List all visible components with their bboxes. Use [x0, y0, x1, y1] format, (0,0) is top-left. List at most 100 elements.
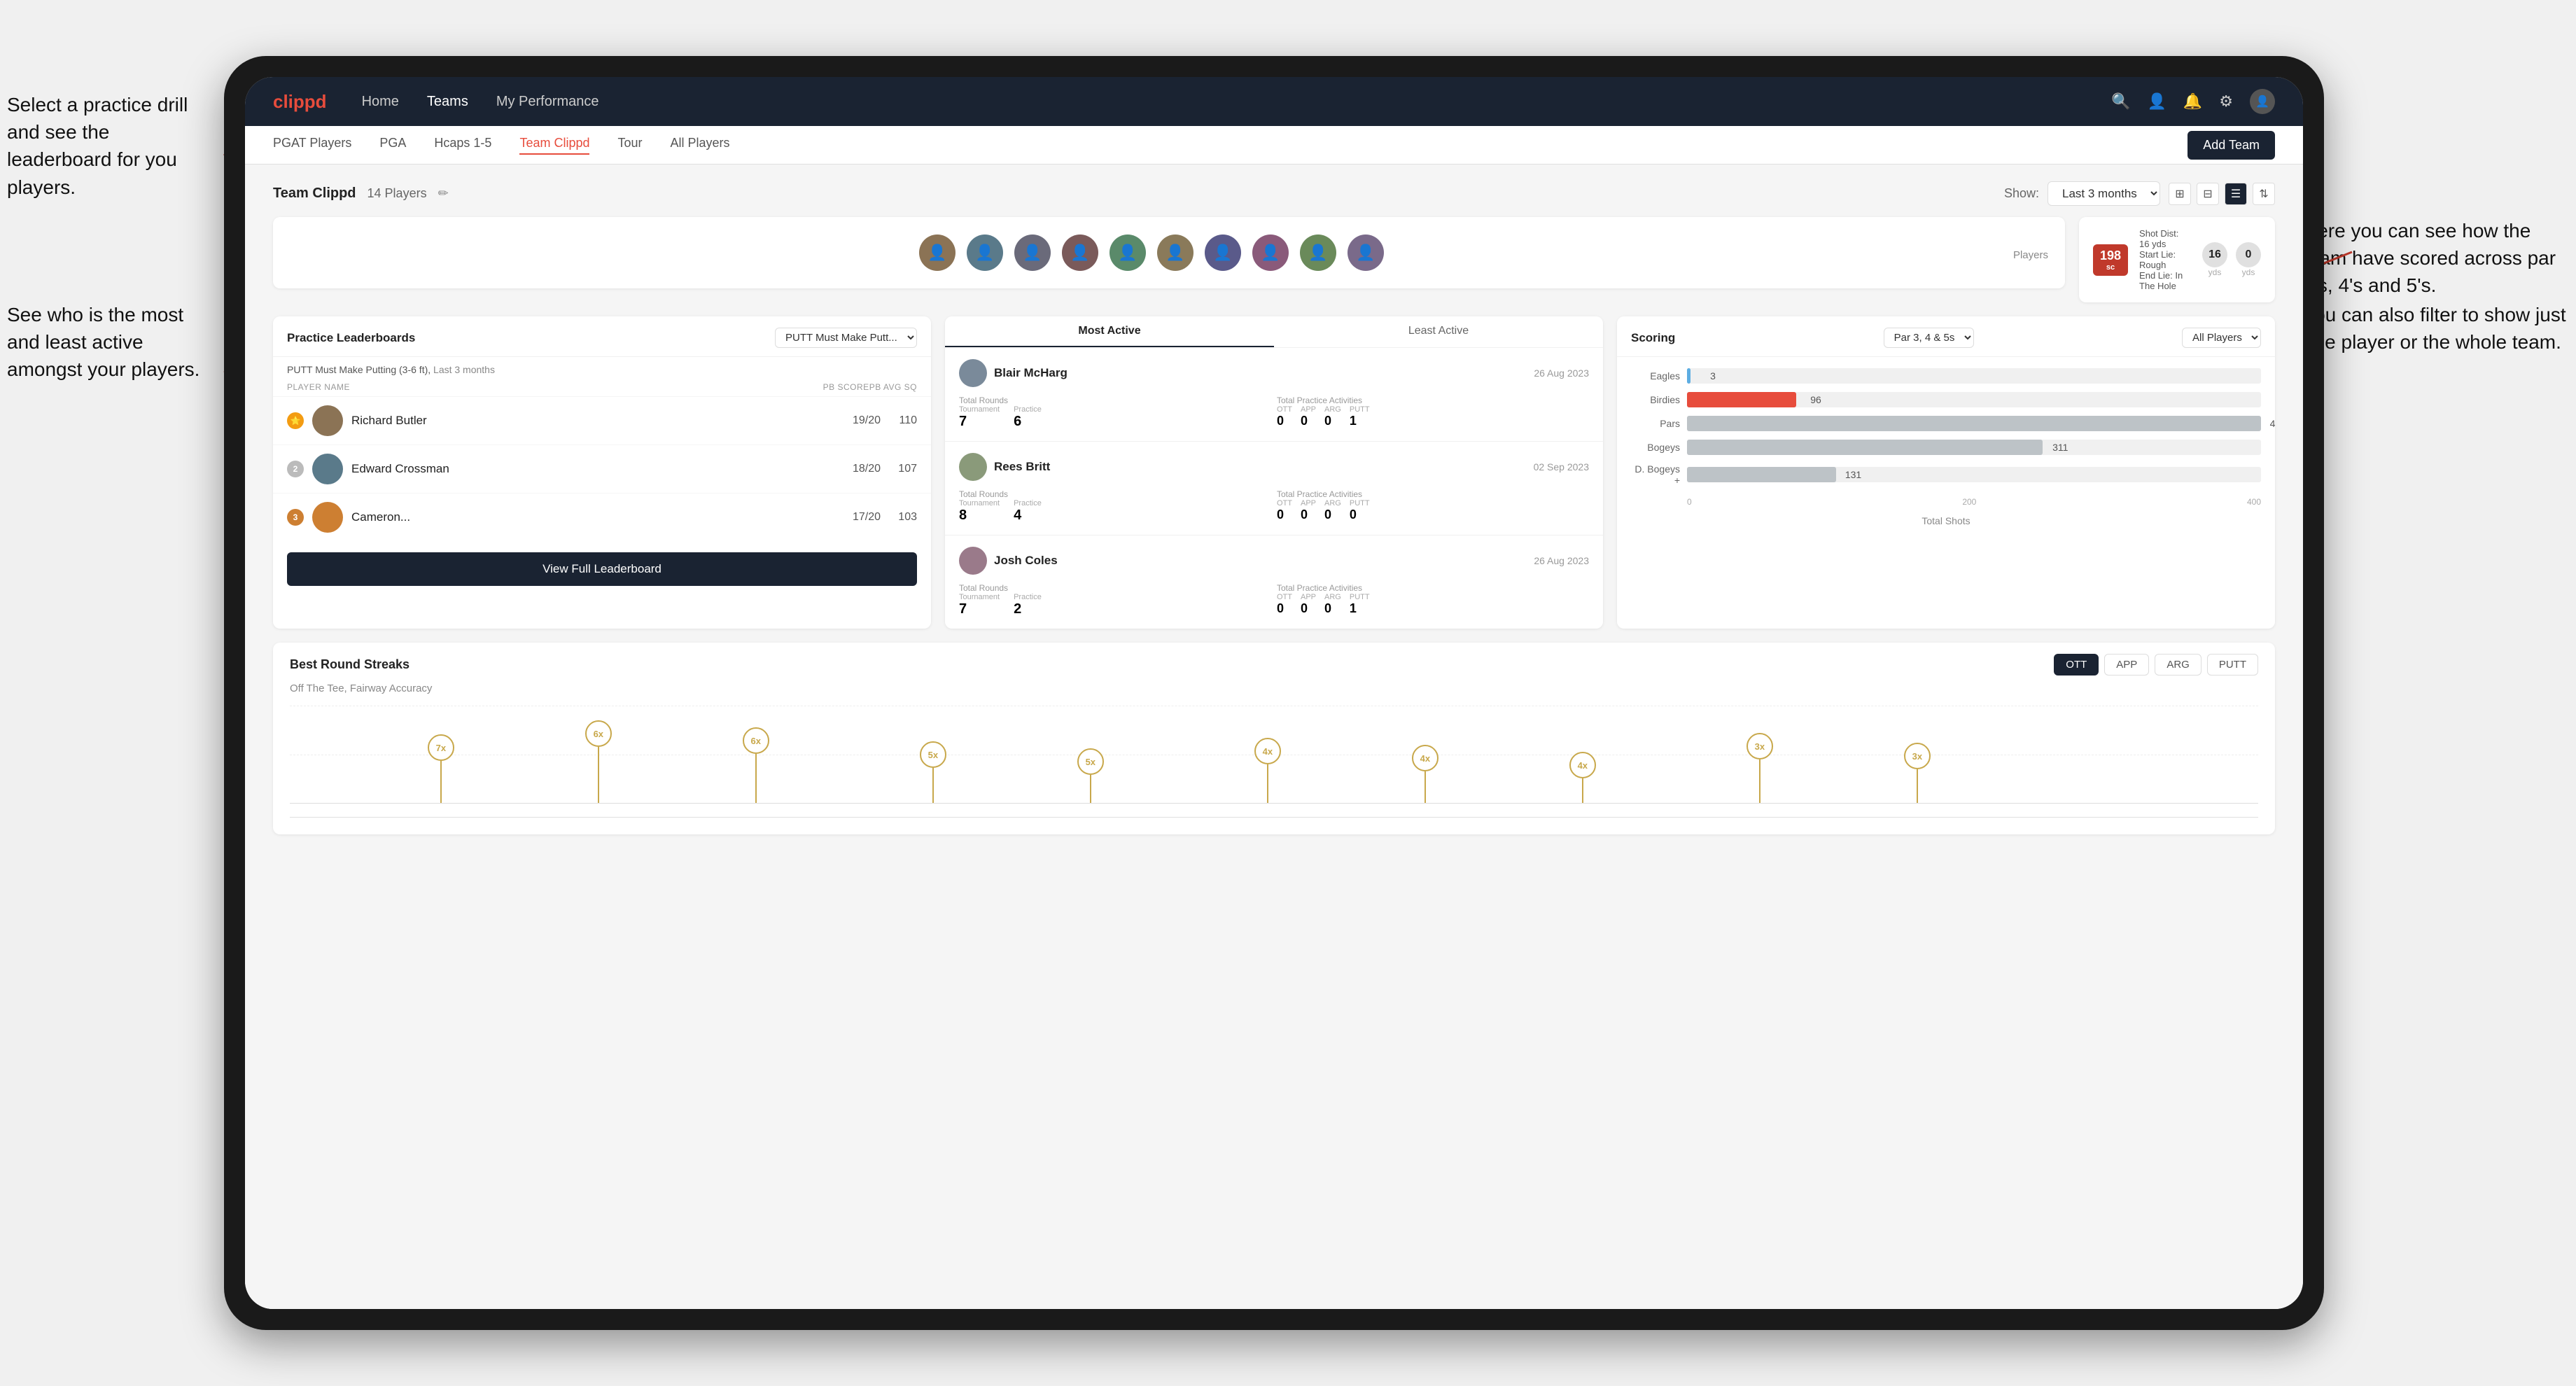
- player-avatar-6: 👤: [1157, 234, 1194, 271]
- leaderboard-subtitle: PUTT Must Make Putting (3-6 ft), Last 3 …: [273, 357, 931, 378]
- grid-small-icon[interactable]: ⊞: [2169, 183, 2191, 205]
- main-content: Team Clippd 14 Players ✏ Show: Last 3 mo…: [245, 164, 2303, 1309]
- player-9[interactable]: 👤: [1300, 234, 1336, 271]
- player-5[interactable]: 👤: [1110, 234, 1146, 271]
- lb-avg-1: 110: [889, 414, 917, 427]
- chart-row-bogeys: Bogeys 311: [1631, 440, 2261, 455]
- chart-bar-pars: 499: [1687, 416, 2261, 431]
- settings-icon[interactable]: ⚙: [2219, 92, 2233, 111]
- chart-value-bogeys: 311: [2052, 442, 2068, 453]
- subnav-all-players[interactable]: All Players: [671, 136, 730, 155]
- show-period-select[interactable]: Last 3 months: [2047, 181, 2160, 206]
- subnav-team-clippd[interactable]: Team Clippd: [519, 136, 589, 155]
- navbar: clippd Home Teams My Performance 🔍 👤 🔔 ⚙…: [245, 77, 2303, 126]
- streaks-chart: 7x 6x 6x 5x: [290, 706, 2258, 818]
- team-count: 14 Players: [368, 186, 427, 201]
- activity-player-3: Josh Coles 26 Aug 2023 Total Rounds Tour…: [945, 535, 1603, 629]
- lb-avatar-2: [312, 454, 343, 484]
- tab-least-active[interactable]: Least Active: [1274, 316, 1603, 347]
- activity-card: Most Active Least Active Blair McHarg 26…: [945, 316, 1603, 629]
- subnav-hcaps[interactable]: Hcaps 1-5: [434, 136, 491, 155]
- player-1[interactable]: 👤: [919, 234, 955, 271]
- player-avatar-10: 👤: [1348, 234, 1384, 271]
- players-avatars: 👤 👤 👤 👤 👤: [290, 234, 2013, 271]
- streaks-btn-arg[interactable]: ARG: [2155, 654, 2202, 676]
- pa-date-1: 26 Aug 2023: [1534, 368, 1589, 379]
- streaks-btn-ott[interactable]: OTT: [2054, 654, 2099, 676]
- lb-name-1: Richard Butler: [351, 414, 837, 428]
- player-4[interactable]: 👤: [1062, 234, 1098, 271]
- chart-row-birdies: Birdies 96: [1631, 392, 2261, 407]
- pa-date-3: 26 Aug 2023: [1534, 555, 1589, 566]
- chart-bar-bogeys: 311: [1687, 440, 2043, 455]
- list-icon[interactable]: ☰: [2225, 183, 2247, 205]
- chart-bar-dbogeys: 131: [1687, 467, 1836, 482]
- chart-bar-container-birdies: 96: [1687, 392, 2261, 407]
- view-icons: ⊞ ⊟ ☰ ⇅: [2169, 183, 2275, 205]
- sub-nav: PGAT Players PGA Hcaps 1-5 Team Clippd T…: [245, 126, 2303, 164]
- nav-teams[interactable]: Teams: [427, 94, 468, 110]
- edit-icon[interactable]: ✏: [438, 186, 449, 201]
- player-avatar-4: 👤: [1062, 234, 1098, 271]
- pa-practice-2: Total Practice Activities OTT 0 APP 0: [1277, 489, 1589, 524]
- pa-avatar-2: [959, 453, 987, 481]
- player-8[interactable]: 👤: [1252, 234, 1289, 271]
- players-row-card: 👤 👤 👤 👤 👤: [273, 217, 2065, 288]
- streaks-btn-putt[interactable]: PUTT: [2207, 654, 2258, 676]
- player-3[interactable]: 👤: [1014, 234, 1051, 271]
- player-avatar-1: 👤: [919, 234, 955, 271]
- user-avatar[interactable]: 👤: [2250, 89, 2275, 114]
- rank-badge-3: 3: [287, 509, 304, 526]
- search-icon[interactable]: 🔍: [2111, 92, 2130, 111]
- streak-pin-9: 3x: [1746, 733, 1773, 803]
- tablet-frame: clippd Home Teams My Performance 🔍 👤 🔔 ⚙…: [224, 56, 2324, 1330]
- add-team-button[interactable]: Add Team: [2188, 131, 2275, 160]
- drill-select[interactable]: PUTT Must Make Putt...: [775, 328, 917, 348]
- filter-icon[interactable]: ⇅: [2253, 183, 2275, 205]
- leaderboard-title: Practice Leaderboards: [287, 331, 415, 345]
- chart-bar-container-dbogeys: 131: [1687, 467, 2261, 482]
- par-filter-select[interactable]: Par 3, 4 & 5s: [1884, 328, 1974, 348]
- yds-1: 16 yds: [2202, 242, 2227, 277]
- player-10[interactable]: 👤: [1348, 234, 1384, 271]
- nav-home[interactable]: Home: [362, 94, 399, 110]
- scoring-chart: Eagles 3 Birdies: [1617, 357, 2275, 538]
- player-2[interactable]: 👤: [967, 234, 1003, 271]
- streak-pin-5: 5x: [1077, 748, 1104, 803]
- chart-bar-container-bogeys: 311: [1687, 440, 2261, 455]
- activity-tabs: Most Active Least Active: [945, 316, 1603, 347]
- person-icon[interactable]: 👤: [2147, 92, 2166, 111]
- chart-row-pars: Pars 499: [1631, 416, 2261, 431]
- chart-value-pars: 499: [2270, 418, 2275, 429]
- players-filter-select[interactable]: All Players: [2182, 328, 2261, 348]
- player-avatar-5: 👤: [1110, 234, 1146, 271]
- show-controls: Show: Last 3 months ⊞ ⊟ ☰ ⇅: [2004, 181, 2275, 206]
- bell-icon[interactable]: 🔔: [2183, 92, 2202, 111]
- chart-x-label: Total Shots: [1631, 515, 2261, 526]
- subnav-pgat[interactable]: PGAT Players: [273, 136, 351, 155]
- streak-pin-1: 7x: [428, 734, 454, 803]
- subnav-pga[interactable]: PGA: [379, 136, 406, 155]
- streak-pin-7: 4x: [1412, 745, 1438, 803]
- team-header: Team Clippd 14 Players ✏ Show: Last 3 mo…: [273, 181, 2275, 206]
- view-full-leaderboard-button[interactable]: View Full Leaderboard: [287, 552, 917, 586]
- navbar-icons: 🔍 👤 🔔 ⚙ 👤: [2111, 89, 2275, 114]
- pa-rounds-3: Total Rounds Tournament 7 Practice 2: [959, 583, 1271, 617]
- streaks-btn-app[interactable]: APP: [2104, 654, 2149, 676]
- tab-most-active[interactable]: Most Active: [945, 316, 1274, 347]
- subnav-tour[interactable]: Tour: [617, 136, 642, 155]
- annotation-bottom-left: See who is the most and least active amo…: [7, 301, 217, 384]
- lb-avg-3: 103: [889, 511, 917, 524]
- player-avatar-8: 👤: [1252, 234, 1289, 271]
- shot-info-card: 198 sc Shot Dist: 16 yds Start Lie: Roug…: [2079, 217, 2275, 302]
- leaderboard-header: Practice Leaderboards PUTT Must Make Put…: [273, 316, 931, 357]
- streak-pin-3: 6x: [743, 727, 769, 803]
- lb-score-1: 19/20: [846, 414, 881, 427]
- nav-my-performance[interactable]: My Performance: [496, 94, 599, 110]
- annotation-top-left: Select a practice drill and see the lead…: [7, 91, 217, 201]
- pa-name-3: Josh Coles: [994, 554, 1527, 568]
- player-7[interactable]: 👤: [1205, 234, 1241, 271]
- chart-bar-birdies: 96: [1687, 392, 1796, 407]
- player-6[interactable]: 👤: [1157, 234, 1194, 271]
- grid-large-icon[interactable]: ⊟: [2197, 183, 2219, 205]
